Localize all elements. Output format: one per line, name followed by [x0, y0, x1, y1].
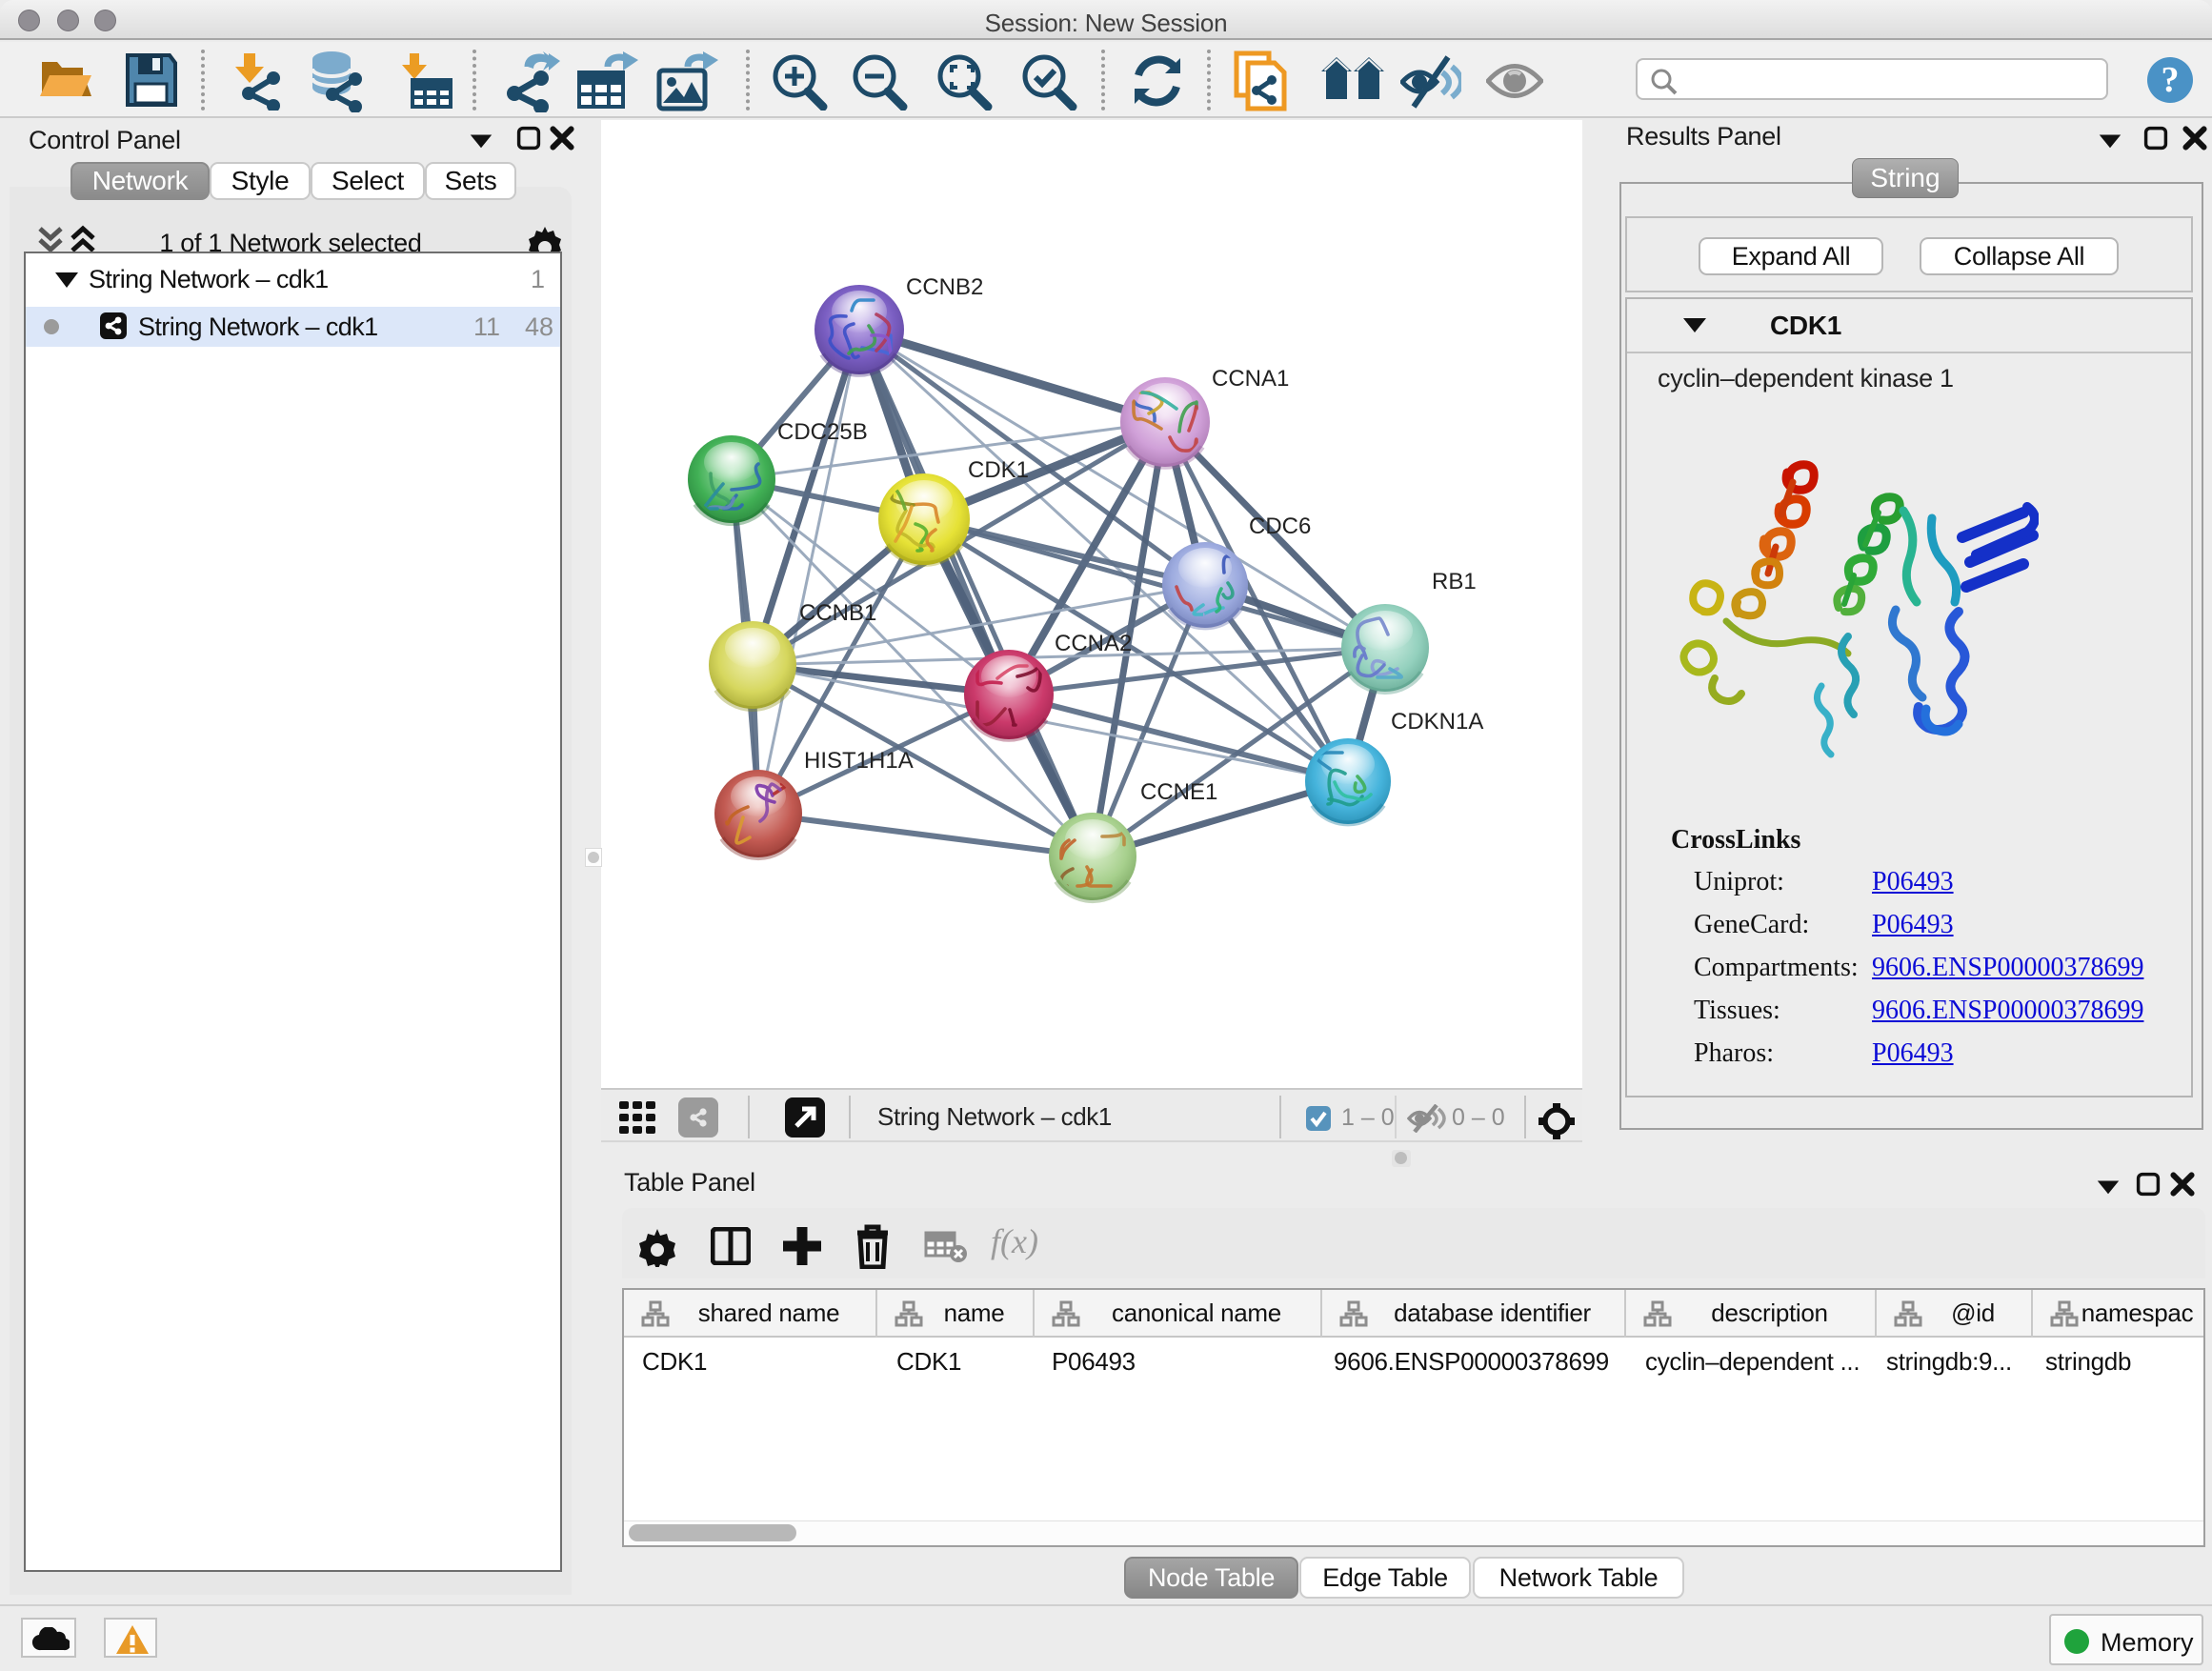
svg-text:CCNB2: CCNB2 [906, 274, 983, 300]
svg-text:CCNE1: CCNE1 [1140, 779, 1217, 805]
svg-text:CDC25B: CDC25B [777, 419, 868, 445]
svg-text:CCNA1: CCNA1 [1212, 366, 1289, 392]
svg-text:RB1: RB1 [1432, 569, 1477, 594]
svg-text:CCNA2: CCNA2 [1055, 631, 1132, 656]
svg-text:CDK1: CDK1 [968, 457, 1029, 483]
svg-text:CCNB1: CCNB1 [799, 600, 876, 626]
svg-text:CDC6: CDC6 [1249, 513, 1311, 539]
svg-text:HIST1H1A: HIST1H1A [804, 748, 914, 774]
svg-text:CDKN1A: CDKN1A [1391, 709, 1483, 735]
